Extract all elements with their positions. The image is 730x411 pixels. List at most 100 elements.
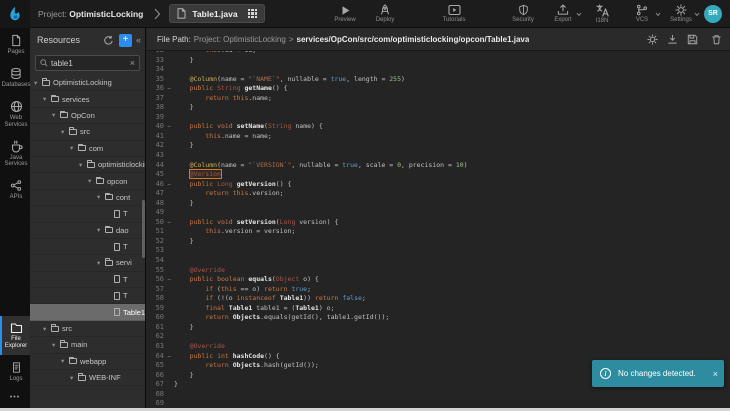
sidebar-item-pages[interactable]: Pages [0, 28, 30, 61]
code-line[interactable]: 43 [147, 151, 730, 161]
preview-button[interactable]: Preview [332, 4, 358, 23]
code-line[interactable]: 61 } [147, 323, 730, 333]
scrollbar-thumb[interactable] [142, 200, 145, 258]
code-line[interactable]: 60 return Objects.equals(getId(), table1… [147, 313, 730, 323]
fold-marker-icon[interactable]: − [164, 122, 174, 132]
code-line[interactable]: 51 this.version = version; [147, 227, 730, 237]
sidebar-item-java-services[interactable]: Java Services [0, 134, 30, 174]
code-line[interactable]: 45 @Version [147, 170, 730, 180]
tree-item[interactable]: T [30, 239, 145, 255]
tree-item[interactable]: ▾dao [30, 223, 145, 239]
code-line[interactable]: 62 [147, 332, 730, 342]
code-line[interactable]: 34 [147, 65, 730, 75]
tree-item[interactable]: ▾main [30, 337, 145, 353]
code-line[interactable]: 38 } [147, 103, 730, 113]
tree-expand-icon[interactable]: ▾ [52, 111, 60, 119]
tree-item[interactable]: ▾opcon [30, 173, 145, 189]
fold-marker-icon[interactable]: − [164, 180, 174, 190]
fold-marker-icon[interactable]: − [164, 84, 174, 94]
collapse-panel-button[interactable]: « [132, 35, 143, 45]
sidebar-item-file-explorer[interactable]: File Explorer [0, 316, 30, 355]
app-logo[interactable] [0, 0, 30, 28]
code-line[interactable]: 40− public void setName(String name) { [147, 122, 730, 132]
grid-icon[interactable] [248, 9, 258, 19]
tree-item[interactable]: ▾cont [30, 190, 145, 206]
tree-expand-icon[interactable]: ▾ [97, 226, 105, 234]
tree-item[interactable]: T [30, 288, 145, 304]
fold-marker-icon[interactable]: − [164, 352, 174, 362]
code-line[interactable]: 59 final Table1 table1 = (Table1) o; [147, 304, 730, 314]
avatar[interactable]: SR [704, 5, 722, 23]
code-line[interactable]: 33 } [147, 56, 730, 66]
search-input[interactable] [51, 59, 127, 68]
code-line[interactable]: 42 } [147, 141, 730, 151]
tree-expand-icon[interactable]: ▾ [70, 144, 78, 152]
editor-settings-button[interactable] [647, 34, 658, 45]
file-tab[interactable]: Table1.java [169, 4, 265, 23]
code-line[interactable]: 53 [147, 246, 730, 256]
tree-expand-icon[interactable]: ▾ [70, 374, 78, 382]
sidebar-item-apis[interactable]: APIs [0, 173, 30, 206]
code-line[interactable]: 39 [147, 113, 730, 123]
fold-marker-icon[interactable]: − [164, 275, 174, 285]
tree-expand-icon[interactable]: ▾ [88, 177, 96, 185]
tree-expand-icon[interactable]: ▾ [97, 259, 105, 267]
tree-item[interactable]: ▾src [30, 321, 145, 337]
clear-search-icon[interactable]: × [130, 58, 135, 68]
add-resource-button[interactable]: + [119, 34, 132, 47]
code-line[interactable]: 44 @Column(name = "`VERSION`", nullable … [147, 161, 730, 171]
tree-item[interactable]: ▾services [30, 91, 145, 107]
refresh-button[interactable] [103, 35, 114, 46]
code-line[interactable]: 47 return this.version; [147, 189, 730, 199]
sidebar-item-logs[interactable]: Logs [0, 355, 30, 388]
code-line[interactable]: 58 if (!(o instanceof Table1)) return fa… [147, 294, 730, 304]
tree-item[interactable]: ▾OpCon [30, 108, 145, 124]
sidebar-item-databases[interactable]: Databases [0, 61, 30, 94]
fold-marker-icon[interactable]: − [164, 218, 174, 228]
code-line[interactable]: 46− public Long getVersion() { [147, 180, 730, 190]
tree-item[interactable]: T [30, 206, 145, 222]
code-line[interactable]: 50− public void setVersion(Long version)… [147, 218, 730, 228]
tree-item[interactable]: ▾OptimisticLocking [30, 75, 145, 91]
download-file-button[interactable] [667, 34, 678, 45]
tree-expand-icon[interactable]: ▾ [61, 128, 69, 136]
code-line[interactable]: 49 [147, 208, 730, 218]
code-line[interactable]: 52 } [147, 237, 730, 247]
export-button[interactable]: Export [543, 4, 582, 23]
code-area[interactable]: 32 this.id = id;33 }3435 @Column(name = … [147, 51, 730, 411]
code-line[interactable]: 41 this.name = name; [147, 132, 730, 142]
tree-item[interactable]: T [30, 272, 145, 288]
toast-close-button[interactable]: × [713, 369, 718, 379]
code-line[interactable]: 56− public boolean equals(Object o) { [147, 275, 730, 285]
tree-expand-icon[interactable]: ▾ [43, 325, 51, 333]
deploy-button[interactable]: Deploy [372, 4, 398, 23]
tree-item[interactable]: ▾servi [30, 255, 145, 271]
code-line[interactable]: 48 } [147, 199, 730, 209]
code-line[interactable]: 68 [147, 390, 730, 400]
save-file-button[interactable] [687, 34, 698, 45]
i18n-button[interactable]: I18N [589, 4, 615, 24]
code-line[interactable]: 55 @Override [147, 266, 730, 276]
tree-item[interactable]: ▾src [30, 124, 145, 140]
tree-item[interactable]: ▾WEB-INF [30, 370, 145, 386]
tree-item[interactable]: ▾webapp [30, 354, 145, 370]
tree-expand-icon[interactable]: ▾ [34, 79, 42, 87]
tree-expand-icon[interactable]: ▾ [97, 193, 105, 201]
vcs-button[interactable]: VCS [622, 4, 661, 23]
tutorials-button[interactable]: Tutorials [441, 4, 467, 23]
sidebar-item-web-services[interactable]: Web Services [0, 94, 30, 134]
code-line[interactable]: 63 @Override [147, 342, 730, 352]
code-line[interactable]: 37 return this.name; [147, 94, 730, 104]
code-line[interactable]: 36− public String getName() { [147, 84, 730, 94]
code-line[interactable]: 57 if (this == o) return true; [147, 285, 730, 295]
tree-expand-icon[interactable]: ▾ [52, 341, 60, 349]
tree-item[interactable]: Table1.java [30, 304, 145, 320]
delete-file-button[interactable] [711, 34, 722, 45]
tree-expand-icon[interactable]: ▾ [43, 95, 51, 103]
code-line[interactable]: 35 @Column(name = "`NAME`", nullable = t… [147, 75, 730, 85]
tree-expand-icon[interactable]: ▾ [79, 161, 87, 169]
code-line[interactable]: 54 [147, 256, 730, 266]
tree-expand-icon[interactable]: ▾ [61, 357, 69, 365]
settings-button[interactable]: Settings [661, 4, 700, 23]
tree-item[interactable]: ▾optimisticlocking [30, 157, 145, 173]
